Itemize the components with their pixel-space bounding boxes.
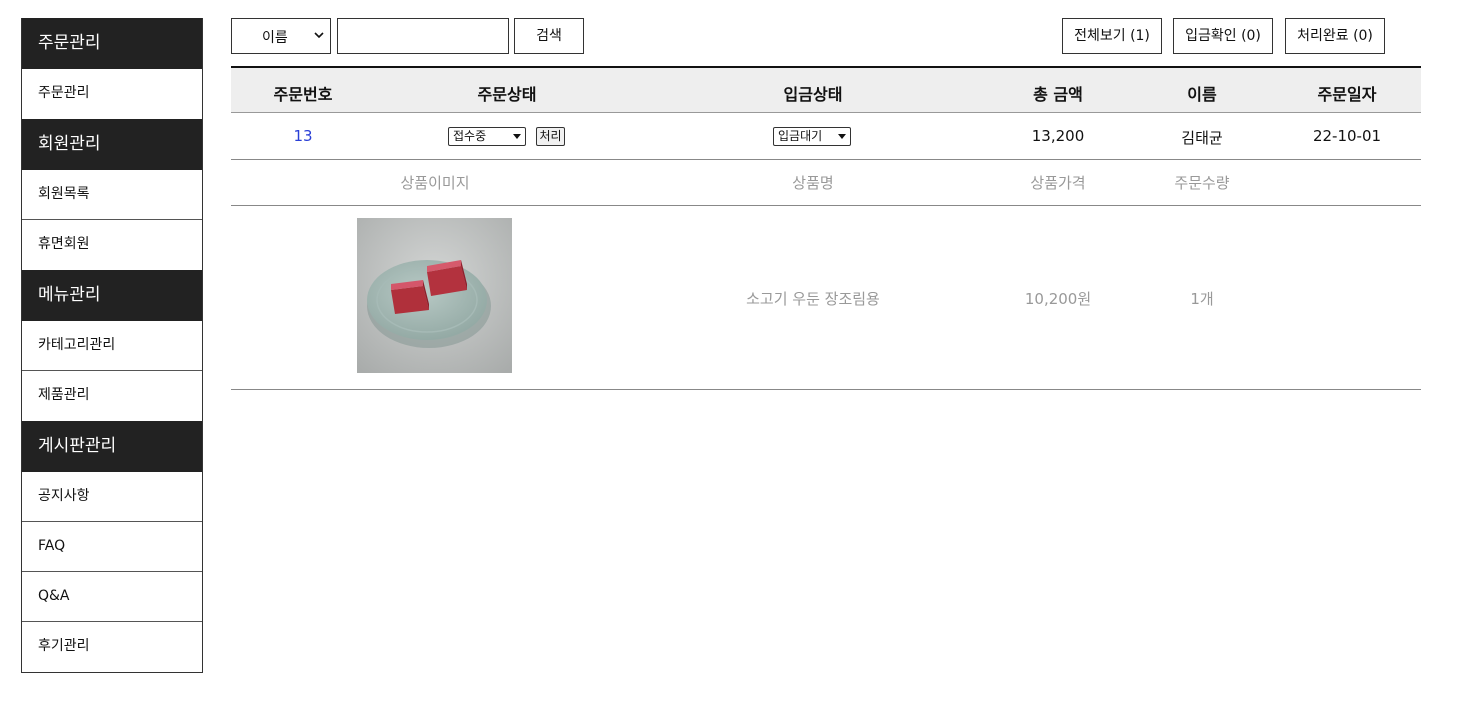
sidebar-item-qna[interactable]: Q&A (22, 572, 202, 622)
chevron-down-icon (513, 134, 521, 139)
product-photo-beef-icon (357, 218, 512, 373)
product-image (357, 218, 512, 373)
deposit-status-select[interactable]: 입금대기 (773, 127, 851, 146)
order-total: 13,200 (1031, 127, 1085, 145)
sidebar-section-board-title: 게시판관리 (22, 421, 202, 472)
sidebar: 주문관리 주문관리 회원관리 회원목록 휴면회원 메뉴관리 카테고리관리 제품관… (21, 18, 203, 673)
search-field-select[interactable]: 이름 (231, 18, 331, 54)
item-header-price: 상품가격 (1030, 174, 1086, 192)
sidebar-item-notice[interactable]: 공지사항 (22, 472, 202, 522)
sidebar-item-dormant-members[interactable]: 휴면회원 (22, 220, 202, 270)
deposit-status-value: 입금대기 (778, 129, 823, 143)
filter-completed-button[interactable]: 처리완료 (0) (1285, 18, 1385, 54)
sidebar-item-product-management[interactable]: 제품관리 (22, 371, 202, 421)
header-name: 이름 (1187, 85, 1217, 104)
sidebar-section-orders-title: 주문관리 (22, 18, 202, 69)
header-date: 주문일자 (1317, 85, 1377, 104)
item-header-image: 상품이미지 (400, 174, 470, 192)
item-quantity: 1개 (1190, 290, 1214, 308)
sidebar-section-menu-title: 메뉴관리 (22, 270, 202, 321)
item-name: 소고기 우둔 장조림용 (746, 290, 880, 308)
search-button[interactable]: 검색 (514, 18, 584, 54)
header-order-no: 주문번호 (273, 85, 333, 104)
order-status-value: 접수중 (453, 129, 487, 143)
process-button[interactable]: 처리 (536, 127, 565, 146)
search-input[interactable] (337, 18, 509, 54)
item-header-name: 상품명 (792, 174, 834, 192)
chevron-down-icon (838, 134, 846, 139)
item-price: 10,200원 (1024, 290, 1092, 308)
filter-deposit-confirmed-button[interactable]: 입금확인 (0) (1173, 18, 1273, 54)
sidebar-section-members-title: 회원관리 (22, 119, 202, 170)
chevron-down-icon (314, 32, 324, 39)
sidebar-item-order-management[interactable]: 주문관리 (22, 69, 202, 119)
sidebar-item-faq[interactable]: FAQ (22, 522, 202, 572)
header-order-status: 주문상태 (477, 85, 537, 104)
orders-table: 주문번호 주문상태 입금상태 총 금액 이름 주문일자 13 접수중 처리 입금… (231, 66, 1421, 390)
sidebar-item-category-management[interactable]: 카테고리관리 (22, 321, 202, 371)
order-number-link[interactable]: 13 (293, 127, 312, 145)
sidebar-item-reviews[interactable]: 후기관리 (22, 622, 202, 672)
sidebar-item-member-list[interactable]: 회원목록 (22, 170, 202, 220)
table-row: 13 접수중 처리 입금대기 13,200 김태균 22-10-01 (231, 113, 1421, 160)
order-customer-name: 김태균 (1181, 129, 1223, 147)
item-header-qty: 주문수량 (1174, 174, 1230, 192)
table-header: 주문번호 주문상태 입금상태 총 금액 이름 주문일자 (231, 66, 1421, 113)
order-item-row: 소고기 우둔 장조림용 10,200원 1개 (231, 206, 1421, 390)
filter-all-button[interactable]: 전체보기 (1) (1062, 18, 1162, 54)
order-items-header: 상품이미지 상품명 상품가격 주문수량 (231, 160, 1421, 206)
order-date: 22-10-01 (1312, 127, 1382, 145)
order-status-select[interactable]: 접수중 (448, 127, 526, 146)
header-deposit-status: 입금상태 (783, 85, 843, 104)
search-field-value: 이름 (262, 30, 288, 46)
header-total: 총 금액 (1033, 85, 1083, 104)
